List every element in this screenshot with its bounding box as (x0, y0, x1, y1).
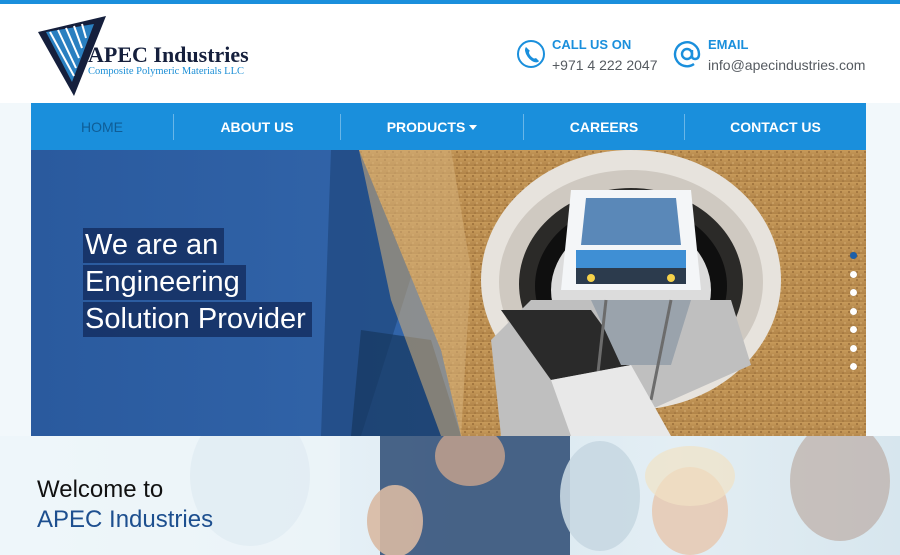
slider-pagination (850, 252, 858, 382)
welcome-section: Welcome to APEC Industries (0, 436, 900, 555)
email-label: EMAIL (708, 37, 749, 52)
slider-dot-4[interactable] (850, 307, 857, 315)
welcome-heading-line-1: Welcome to (37, 476, 164, 503)
slogan-line-1: We are an (83, 228, 225, 263)
slider-dot-6[interactable] (850, 344, 857, 352)
nav-careers-label: CAREERS (569, 118, 639, 135)
slogan-line-2: Engineering (83, 265, 246, 300)
hero-slogan: We are an Engineering Solution Provider (83, 228, 312, 339)
phone-label: CALL US ON (552, 37, 632, 52)
phone-circle-icon (517, 40, 545, 68)
slider-dot-2[interactable] (850, 270, 857, 278)
brand-name: APEC Industries (88, 42, 249, 67)
brand-tagline: Composite Polymeric Materials LLC (88, 66, 245, 77)
brand-logo[interactable]: APEC Industries Composite Polymeric Mate… (36, 10, 249, 100)
main-navigation: HOME ABOUT US PRODUCTS CAREERS CONTACT U… (31, 103, 866, 150)
at-sign-icon (673, 41, 701, 68)
slider-dot-1[interactable] (850, 252, 857, 259)
phone-number[interactable]: +971 4 222 2047 (552, 57, 658, 73)
nav-about-label: ABOUT US (220, 118, 294, 135)
nav-item-careers[interactable]: CAREERS (524, 103, 684, 150)
caret-down-icon (469, 125, 478, 130)
nav-home-label: HOME (81, 118, 123, 135)
nav-item-about-us[interactable]: ABOUT US (174, 103, 340, 150)
nav-item-home[interactable]: HOME (31, 103, 173, 150)
email-contact[interactable]: EMAIL info@apecindustries.com (672, 34, 872, 78)
slider-dot-7[interactable] (850, 363, 857, 370)
nav-products-label: PRODUCTS (386, 118, 466, 135)
site-header: APEC Industries Composite Polymeric Mate… (0, 4, 900, 103)
hero-slider: We are an Engineering Solution Provider (31, 150, 866, 436)
slider-dot-5[interactable] (850, 326, 857, 333)
slider-dot-3[interactable] (850, 289, 857, 296)
email-address[interactable]: info@apecindustries.com (708, 57, 865, 73)
slogan-line-3: Solution Provider (83, 302, 312, 337)
nav-item-products[interactable]: PRODUCTS (341, 103, 523, 150)
nav-contact-label: CONTACT US (730, 118, 821, 135)
phone-contact[interactable]: CALL US ON +971 4 222 2047 (516, 34, 666, 78)
welcome-heading-line-2: APEC Industries (37, 506, 214, 533)
nav-item-contact-us[interactable]: CONTACT US (685, 103, 866, 150)
